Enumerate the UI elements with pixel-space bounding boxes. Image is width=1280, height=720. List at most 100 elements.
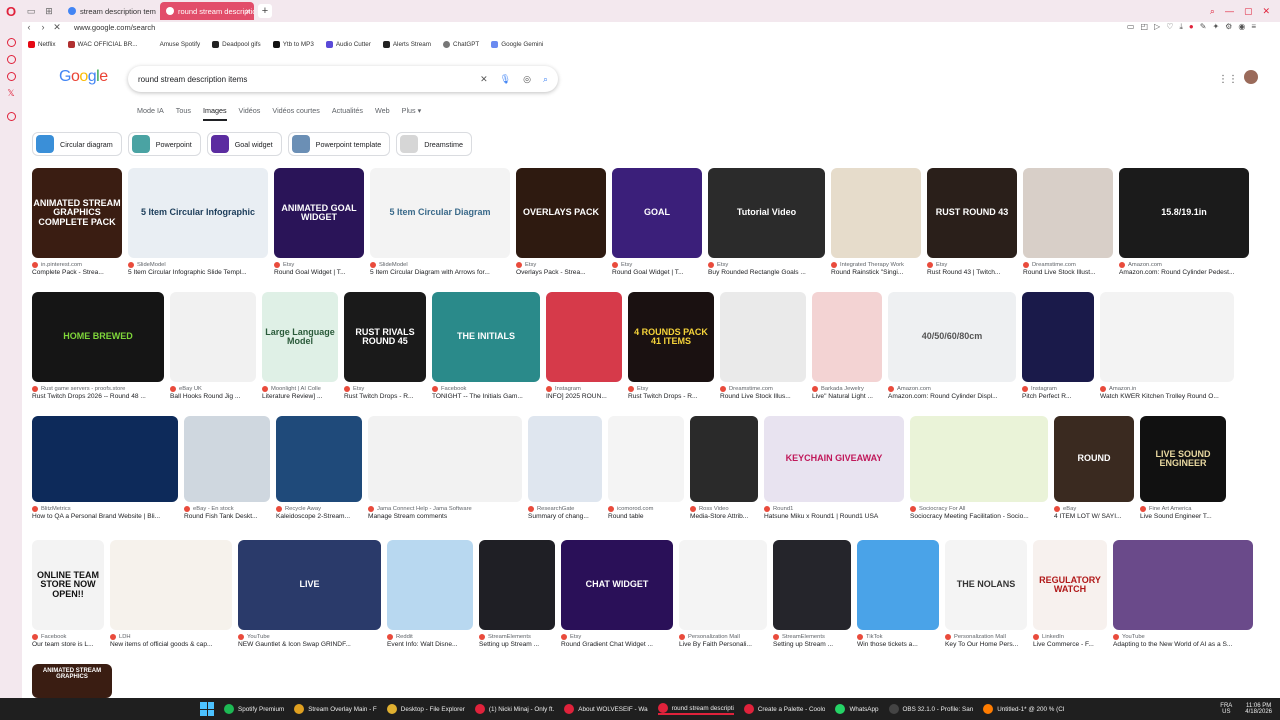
- image-result-card[interactable]: ONLINE TEAM STORE NOW OPEN!! Facebook Our …: [32, 540, 104, 648]
- image-result-card[interactable]: Amazon.in Watch KWER Kitchen Trolley Roun…: [1100, 292, 1234, 400]
- result-thumbnail[interactable]: RUST RIVALS ROUND 45: [344, 292, 426, 382]
- image-result-card[interactable]: Sociocracy For All Sociocracy Meeting Fac…: [910, 416, 1048, 520]
- result-title[interactable]: 4 ITEM LOT W/ SAYI...: [1054, 513, 1134, 520]
- bookmark-netflix[interactable]: Netflix: [28, 40, 56, 48]
- image-result-card[interactable]: 5 Item Circular Diagram SlideModel 5 Item …: [370, 168, 510, 276]
- result-source[interactable]: Reddit: [387, 634, 473, 640]
- result-source[interactable]: Amazon.in: [1100, 386, 1234, 392]
- result-thumbnail[interactable]: 5 Item Circular Diagram: [370, 168, 510, 258]
- result-thumbnail[interactable]: [1023, 168, 1113, 258]
- result-title[interactable]: INFO] 2025 ROUN...: [546, 393, 622, 400]
- result-thumbnail[interactable]: [690, 416, 758, 502]
- filter-chip[interactable]: Dreamstime: [396, 132, 472, 156]
- image-result-card[interactable]: Recycle Away Kaleidoscope 2-Stream...: [276, 416, 362, 520]
- image-result-card[interactable]: eBay UK Ball Hooks Round Jig ...: [170, 292, 256, 400]
- result-thumbnail[interactable]: [608, 416, 684, 502]
- result-thumbnail[interactable]: OVERLAYS PACK: [516, 168, 606, 258]
- result-title[interactable]: 5 Item Circular Diagram with Arrows for.…: [370, 269, 510, 276]
- image-result-card[interactable]: ResearchGate Summary of chang...: [528, 416, 602, 520]
- taskbar-app[interactable]: WhatsApp: [835, 703, 879, 715]
- result-source[interactable]: YouTube: [238, 634, 381, 640]
- forward-icon[interactable]: ›: [36, 22, 50, 32]
- image-result-card[interactable]: GOAL Etsy Round Goal Widget | T...: [612, 168, 702, 276]
- result-thumbnail[interactable]: [857, 540, 939, 630]
- search-icon[interactable]: ⌕: [543, 74, 548, 85]
- result-title[interactable]: Live Sound Engineer T...: [1140, 513, 1226, 520]
- image-result-card[interactable]: icomorod.com Round table: [608, 416, 684, 520]
- result-thumbnail[interactable]: THE INITIALS: [432, 292, 540, 382]
- result-title[interactable]: Rust Twitch Drops - R...: [344, 393, 426, 400]
- result-source[interactable]: YouTube: [1113, 634, 1253, 640]
- result-title[interactable]: Overlays Pack - Strea...: [516, 269, 606, 276]
- settings-icon[interactable]: [6, 112, 16, 121]
- clear-icon[interactable]: ✕: [480, 74, 488, 85]
- result-thumbnail[interactable]: [32, 416, 178, 502]
- result-thumbnail[interactable]: [812, 292, 882, 382]
- tab-videos-courtes[interactable]: Vidéos courtes: [272, 106, 319, 121]
- windows-start-icon[interactable]: [200, 702, 214, 716]
- result-title[interactable]: Key To Our Home Pers...: [945, 641, 1027, 648]
- result-thumbnail[interactable]: 15.8/19.1in: [1119, 168, 1249, 258]
- image-result-card[interactable]: TikTok Win those tickets a...: [857, 540, 939, 648]
- tab-plus[interactable]: Plus ▾: [402, 106, 422, 121]
- result-title[interactable]: NEW Gauntlet & Icon Swap GRINDF...: [238, 641, 381, 648]
- new-tab-button[interactable]: +: [258, 4, 272, 18]
- image-result-card[interactable]: Dreamstime.com Round Live Stock Illust...: [1023, 168, 1113, 276]
- tab-tous[interactable]: Tous: [176, 106, 191, 121]
- taskbar-app[interactable]: Create a Palette - Coolo: [743, 703, 825, 715]
- bookmark-alerts[interactable]: Alerts Stream: [382, 40, 431, 48]
- result-title[interactable]: Round Live Stock Illust...: [1023, 269, 1113, 276]
- settings-icon[interactable]: ⚙: [1225, 22, 1232, 32]
- result-title[interactable]: Amazon.com: Round Cylinder Displ...: [888, 393, 1016, 400]
- image-result-card[interactable]: Tutorial Video Etsy Buy Rounded Rectangle …: [708, 168, 825, 276]
- result-title[interactable]: Our team store is L...: [32, 641, 104, 648]
- result-thumbnail[interactable]: [368, 416, 522, 502]
- tab-actualites[interactable]: Actualités: [332, 106, 363, 121]
- search-tabs-icon[interactable]: ⌕: [1210, 6, 1215, 17]
- result-thumbnail[interactable]: THE NOLANS: [945, 540, 1027, 630]
- whatsapp-icon[interactable]: [6, 72, 16, 81]
- image-result-card[interactable]: Instagram INFO] 2025 ROUN...: [546, 292, 622, 400]
- google-logo[interactable]: Google: [59, 68, 108, 86]
- result-source[interactable]: ResearchGate: [528, 506, 602, 512]
- image-result-card[interactable]: LDH New items of official goods & cap...: [110, 540, 232, 648]
- result-source[interactable]: Dreamstime.com: [720, 386, 806, 392]
- minimize-icon[interactable]: —: [1225, 6, 1234, 17]
- result-title[interactable]: Round Gradient Chat Widget ...: [561, 641, 673, 648]
- image-result-card[interactable]: 40/50/60/80cm Amazon.com Amazon.com: Round…: [888, 292, 1016, 400]
- result-source[interactable]: Etsy: [274, 262, 364, 268]
- image-result-card[interactable]: 4 ROUNDS PACK 41 ITEMS Etsy Rust Twitch Dr…: [628, 292, 714, 400]
- bookmark-deadpool[interactable]: Deadpool gifs: [212, 40, 261, 48]
- tab-web[interactable]: Web: [375, 106, 390, 121]
- result-source[interactable]: Round1: [764, 506, 904, 512]
- result-source[interactable]: Barkada Jewelry: [812, 386, 882, 392]
- result-source[interactable]: Facebook: [432, 386, 540, 392]
- result-thumbnail[interactable]: [170, 292, 256, 382]
- result-source[interactable]: Etsy: [344, 386, 426, 392]
- result-thumbnail[interactable]: 40/50/60/80cm: [888, 292, 1016, 382]
- result-title[interactable]: Live By Faith Personali...: [679, 641, 767, 648]
- close-window-icon[interactable]: ✕: [1262, 6, 1270, 17]
- apps-grid-icon[interactable]: ⋮⋮: [1218, 74, 1238, 85]
- result-thumbnail[interactable]: [546, 292, 622, 382]
- result-source[interactable]: Instagram: [1022, 386, 1094, 392]
- result-source[interactable]: Sociocracy For All: [910, 506, 1048, 512]
- image-result-card[interactable]: StreamElements Setting up Stream ...: [479, 540, 555, 648]
- result-title[interactable]: TONIGHT -- The Initials Gam...: [432, 393, 540, 400]
- result-thumbnail[interactable]: ANIMATED STREAM GRAPHICS: [32, 664, 112, 698]
- result-thumbnail[interactable]: GOAL: [612, 168, 702, 258]
- result-source[interactable]: Etsy: [516, 262, 606, 268]
- result-thumbnail[interactable]: LIVE: [238, 540, 381, 630]
- result-thumbnail[interactable]: [110, 540, 232, 630]
- result-title[interactable]: Media-Store Attrib...: [690, 513, 758, 520]
- result-source[interactable]: LDH: [110, 634, 232, 640]
- bookmark-audio-cutter[interactable]: Audio Cutter: [325, 40, 371, 48]
- result-source[interactable]: Rust game servers - proofs.store: [32, 386, 164, 392]
- result-title[interactable]: Round Goal Widget | T...: [274, 269, 364, 276]
- taskbar-app[interactable]: Untitled-1* @ 200 % (CI: [983, 703, 1065, 715]
- result-thumbnail[interactable]: [276, 416, 362, 502]
- result-title[interactable]: Round Goal Widget | T...: [612, 269, 702, 276]
- result-source[interactable]: in.pinterest.com: [32, 262, 122, 268]
- result-title[interactable]: 5 Item Circular Infographic Slide Templ.…: [128, 269, 268, 276]
- image-result-card[interactable]: 5 Item Circular Infographic SlideModel 5 I…: [128, 168, 268, 276]
